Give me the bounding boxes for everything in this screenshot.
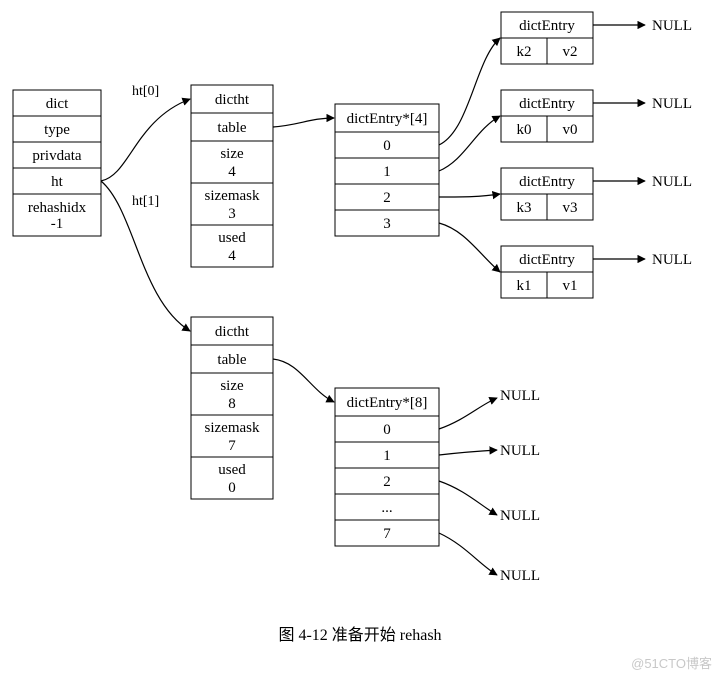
arrow-a0 bbox=[439, 398, 497, 429]
null-a1: NULL bbox=[500, 443, 540, 459]
null-a3: NULL bbox=[500, 568, 540, 584]
null-1: NULL bbox=[652, 96, 692, 112]
dictht1-sizemask-value: 7 bbox=[228, 438, 236, 454]
dictht0-used-label: used bbox=[218, 230, 246, 246]
dictht1-size-label: size bbox=[220, 378, 244, 394]
arr8-1: 1 bbox=[383, 448, 391, 464]
dictentry-title-0: dictEntry bbox=[519, 18, 575, 34]
arrow-e1 bbox=[439, 116, 500, 171]
watermark: @51CTO博客 bbox=[631, 656, 712, 671]
dict-privdata: privdata bbox=[32, 148, 81, 164]
entry3-v: v1 bbox=[563, 278, 578, 294]
arr4-1: 1 bbox=[383, 164, 391, 180]
dictht1-used-label: used bbox=[218, 462, 246, 478]
arr8-dots: ... bbox=[381, 500, 392, 516]
arrow-e3 bbox=[439, 223, 500, 272]
dictht0-struct: dictht table size 4 sizemask 3 used 4 bbox=[191, 85, 273, 267]
arrow-table1 bbox=[273, 359, 334, 402]
dictentry-title-1: dictEntry bbox=[519, 96, 575, 112]
null-a0: NULL bbox=[500, 388, 540, 404]
dictht1-sizemask-label: sizemask bbox=[205, 420, 260, 436]
arrow-a2 bbox=[439, 481, 497, 515]
dict-rehashidx-label: rehashidx bbox=[28, 200, 87, 216]
figure-caption: 图 4-12 准备开始 rehash bbox=[278, 626, 441, 644]
entry0-v: v2 bbox=[563, 44, 578, 60]
arrow-e0 bbox=[439, 38, 500, 145]
arr8-0: 0 bbox=[383, 422, 391, 438]
arr8-2: 2 bbox=[383, 474, 391, 490]
arrow-a1 bbox=[439, 450, 497, 455]
dictht0-size-label: size bbox=[220, 146, 244, 162]
entry2-k: k3 bbox=[517, 200, 532, 216]
dict-title: dict bbox=[46, 96, 69, 112]
null-a2: NULL bbox=[500, 508, 540, 524]
dict-ht: ht bbox=[51, 174, 64, 190]
dictht0-used-value: 4 bbox=[228, 248, 236, 264]
arr4-title: dictEntry*[4] bbox=[347, 111, 428, 127]
entry1-k: k0 bbox=[517, 122, 532, 138]
arrow-ht0 bbox=[101, 99, 190, 181]
edge-ht0-label: ht[0] bbox=[132, 84, 159, 99]
entry-array-4: dictEntry*[4] 0 1 2 3 bbox=[335, 104, 439, 236]
dictht0-table: table bbox=[217, 120, 246, 136]
dictentry-k2v2: dictEntry k2 v2 bbox=[501, 12, 593, 64]
dictht0-sizemask-value: 3 bbox=[228, 206, 236, 222]
dict-type: type bbox=[44, 122, 70, 138]
arr8-title: dictEntry*[8] bbox=[347, 395, 428, 411]
null-2: NULL bbox=[652, 174, 692, 190]
entry2-v: v3 bbox=[563, 200, 578, 216]
entry3-k: k1 bbox=[517, 278, 532, 294]
dictht1-size-value: 8 bbox=[228, 396, 236, 412]
arrow-table0 bbox=[273, 118, 334, 127]
dictht1-title: dictht bbox=[215, 324, 250, 340]
dictht0-title: dictht bbox=[215, 92, 250, 108]
arr4-0: 0 bbox=[383, 138, 391, 154]
arrow-e2 bbox=[439, 194, 500, 197]
dictentry-k1v1: dictEntry k1 v1 bbox=[501, 246, 593, 298]
arr4-2: 2 bbox=[383, 190, 391, 206]
edge-ht1-label: ht[1] bbox=[132, 194, 159, 209]
null-0: NULL bbox=[652, 18, 692, 34]
arrow-a3 bbox=[439, 533, 497, 575]
arr8-7: 7 bbox=[383, 526, 391, 542]
dictht0-size-value: 4 bbox=[228, 164, 236, 180]
dictentry-title-2: dictEntry bbox=[519, 174, 575, 190]
dict-rehashidx-value: -1 bbox=[51, 216, 64, 232]
dictht1-table: table bbox=[217, 352, 246, 368]
dict-struct: dict type privdata ht rehashidx -1 bbox=[13, 90, 101, 236]
dictentry-k3v3: dictEntry k3 v3 bbox=[501, 168, 593, 220]
dictentry-title-3: dictEntry bbox=[519, 252, 575, 268]
entry0-k: k2 bbox=[517, 44, 532, 60]
dictht0-sizemask-label: sizemask bbox=[205, 188, 260, 204]
dictentry-k0v0: dictEntry k0 v0 bbox=[501, 90, 593, 142]
entry1-v: v0 bbox=[563, 122, 578, 138]
entry-array-8: dictEntry*[8] 0 1 2 ... 7 bbox=[335, 388, 439, 546]
dictht1-struct: dictht table size 8 sizemask 7 used 0 bbox=[191, 317, 273, 499]
dictht1-used-value: 0 bbox=[228, 480, 236, 496]
arr4-3: 3 bbox=[383, 216, 391, 232]
null-3: NULL bbox=[652, 252, 692, 268]
